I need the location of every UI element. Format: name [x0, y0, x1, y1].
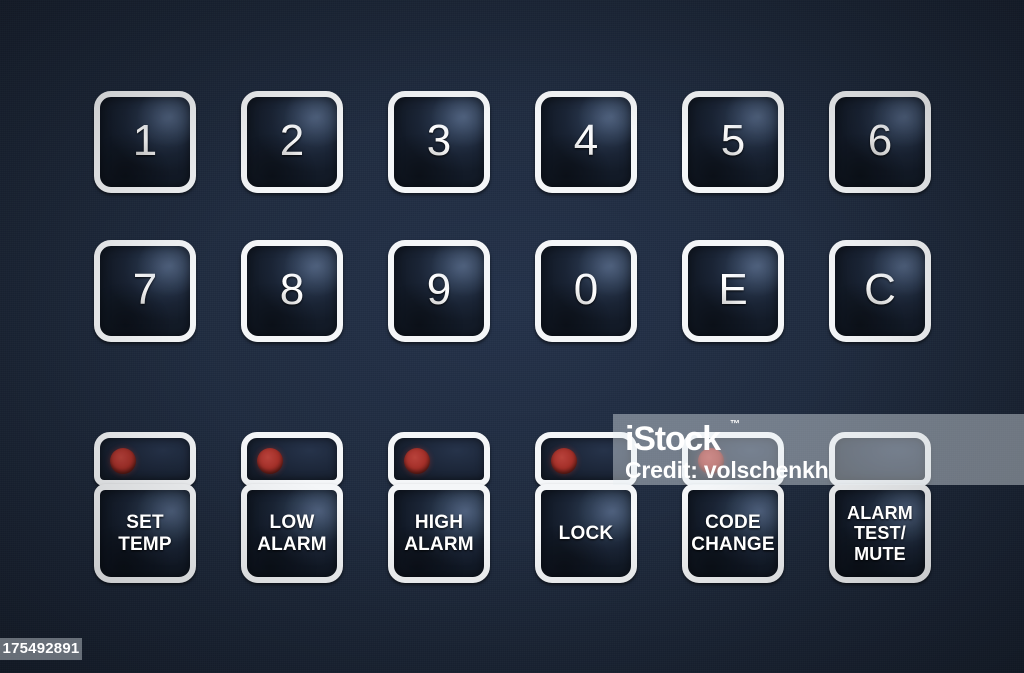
asset-id-label: 175492891: [0, 638, 82, 660]
key-2[interactable]: 2: [241, 91, 343, 193]
set-temp-label-line1: SET: [126, 512, 164, 534]
code-change-button[interactable]: CODE CHANGE: [682, 432, 784, 583]
set-temp-key[interactable]: SET TEMP: [94, 484, 196, 583]
lock-led-panel: [535, 432, 637, 486]
key-2-label: 2: [279, 116, 305, 165]
high-alarm-label-line1: HIGH: [414, 512, 464, 534]
alarm-test-mute-led-panel: [829, 432, 931, 486]
set-temp-button[interactable]: SET TEMP: [94, 432, 196, 583]
key-8[interactable]: 8: [241, 240, 343, 342]
low-alarm-led-indicator: [257, 448, 283, 474]
trademark-icon: ™: [730, 419, 740, 430]
key-e-label: E: [718, 265, 748, 314]
key-7[interactable]: 7: [94, 240, 196, 342]
high-alarm-label-line2: ALARM: [404, 533, 474, 555]
key-7-label: 7: [132, 265, 158, 314]
high-alarm-key[interactable]: HIGH ALARM: [388, 484, 490, 583]
low-alarm-label-line2: ALARM: [257, 533, 327, 555]
key-3[interactable]: 3: [388, 91, 490, 193]
key-6[interactable]: 6: [829, 91, 931, 193]
high-alarm-button[interactable]: HIGH ALARM: [388, 432, 490, 583]
alarm-test-mute-button[interactable]: ALARM TEST/ MUTE: [829, 432, 931, 583]
code-change-label-line1: CODE: [705, 512, 761, 534]
lock-key[interactable]: LOCK: [535, 484, 637, 583]
key-4-label: 4: [573, 116, 599, 165]
high-alarm-led-panel: [388, 432, 490, 486]
key-0[interactable]: 0: [535, 240, 637, 342]
key-4[interactable]: 4: [535, 91, 637, 193]
code-change-led-panel: [682, 432, 784, 486]
alarm-test-mute-key[interactable]: ALARM TEST/ MUTE: [829, 484, 931, 583]
set-temp-led-indicator: [110, 448, 136, 474]
code-change-led-indicator: [698, 448, 724, 474]
high-alarm-led-indicator: [404, 448, 430, 474]
key-c-label: C: [864, 265, 896, 314]
lock-button[interactable]: LOCK: [535, 432, 637, 583]
alarm-test-mute-label-line2: TEST/: [853, 523, 906, 544]
key-6-label: 6: [867, 116, 893, 165]
lock-label-line1: LOCK: [558, 522, 614, 544]
set-temp-label-line2: TEMP: [118, 533, 172, 555]
low-alarm-key[interactable]: LOW ALARM: [241, 484, 343, 583]
key-1[interactable]: 1: [94, 91, 196, 193]
code-change-key[interactable]: CODE CHANGE: [682, 484, 784, 583]
set-temp-led-panel: [94, 432, 196, 486]
key-9-label: 9: [426, 265, 452, 314]
low-alarm-button[interactable]: LOW ALARM: [241, 432, 343, 583]
alarm-test-mute-label-line1: ALARM: [847, 503, 913, 524]
key-9[interactable]: 9: [388, 240, 490, 342]
low-alarm-label-line1: LOW: [269, 512, 315, 534]
low-alarm-led-panel: [241, 432, 343, 486]
lock-led-indicator: [551, 448, 577, 474]
code-change-label-line2: CHANGE: [691, 533, 775, 555]
istock-watermark: iStock ™ Credit: volschenkh: [613, 414, 1024, 485]
alarm-test-mute-label-line3: MUTE: [854, 543, 906, 564]
key-8-label: 8: [279, 265, 305, 314]
key-5-label: 5: [720, 116, 746, 165]
key-e-enter[interactable]: E: [682, 240, 784, 342]
key-c-clear[interactable]: C: [829, 240, 931, 342]
key-5[interactable]: 5: [682, 91, 784, 193]
key-1-label: 1: [132, 116, 158, 165]
key-0-label: 0: [573, 265, 599, 314]
key-3-label: 3: [426, 116, 452, 165]
alarm-control-keypad-panel: 1 2 3 4 5 6 7 8 9 0 E C SET TEMP LOW ALA…: [0, 0, 1024, 673]
